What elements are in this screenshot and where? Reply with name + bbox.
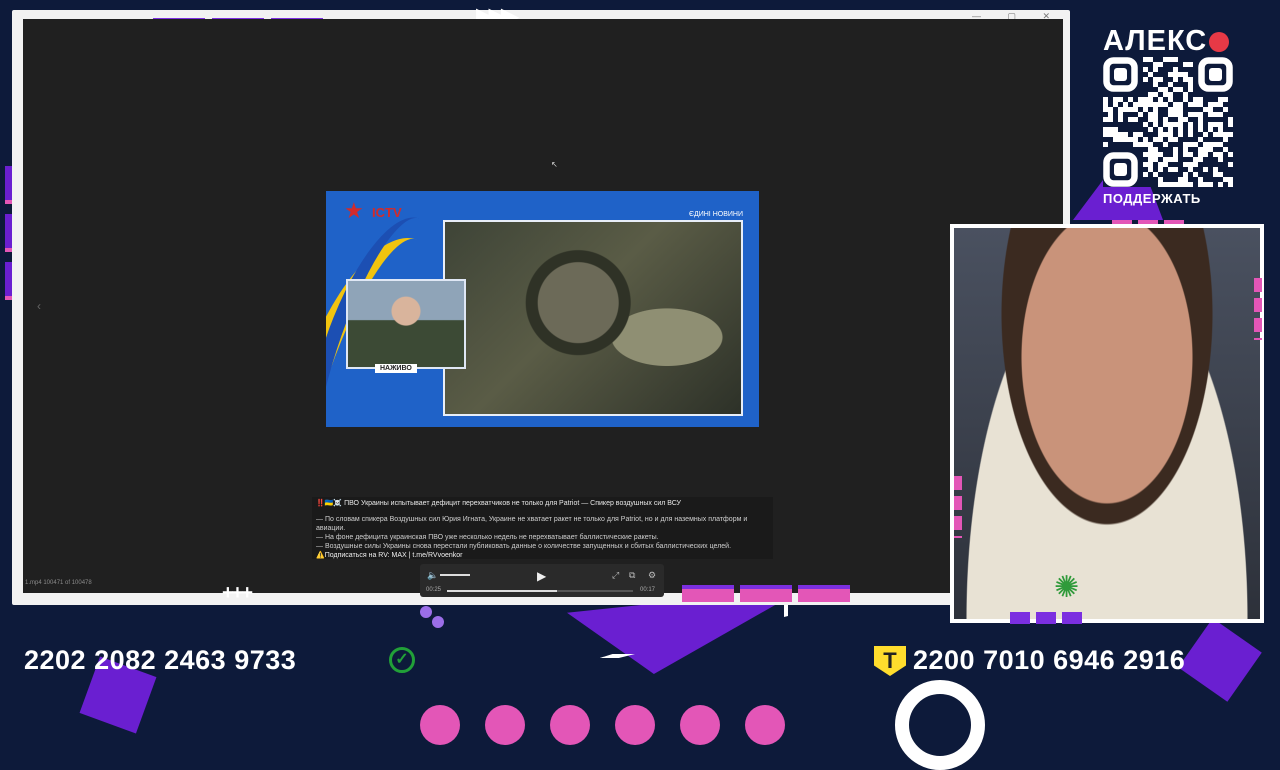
bg-dot bbox=[420, 705, 460, 745]
bg-square-right bbox=[1178, 618, 1262, 702]
deco-tab-row bbox=[1010, 612, 1082, 624]
bg-dot bbox=[745, 705, 785, 745]
bg-dot-small bbox=[432, 616, 444, 628]
caption-headline: ‼️🇺🇦☠️ ПВО Украины испытывает дефицит пе… bbox=[316, 500, 682, 507]
time-total: 00:17 bbox=[640, 587, 656, 593]
streamer-brand: АЛЕКС bbox=[1103, 25, 1230, 58]
caption-line: — На фоне дефицита украинская ПВО уже не… bbox=[316, 534, 659, 541]
volume-icon[interactable]: 🔈 bbox=[427, 570, 438, 581]
play-icon[interactable]: ▶ bbox=[537, 569, 546, 583]
volume-slider[interactable] bbox=[440, 574, 470, 576]
side-marks bbox=[1254, 278, 1262, 340]
news-badge-text: ЄДИНІ НОВИНИ bbox=[688, 211, 743, 218]
seek-progress bbox=[447, 590, 557, 592]
support-label[interactable]: ПОДДЕРЖАТЬ bbox=[1103, 191, 1201, 206]
card-number-tbank: 2200 7010 6946 2916 bbox=[913, 645, 1186, 675]
seek-bar[interactable] bbox=[447, 590, 633, 592]
shirt-print: ✺ bbox=[1054, 571, 1080, 604]
star-icon: ★ bbox=[344, 198, 364, 223]
news-video[interactable]: ★ ICTV ЄДИНІ НОВИНИ НАЖИВО bbox=[326, 191, 759, 427]
webcam-video: ✺ bbox=[954, 228, 1260, 619]
bg-dot bbox=[615, 705, 655, 745]
time-current: 00:25 bbox=[426, 587, 442, 593]
fullscreen-icon[interactable]: ⤢ bbox=[612, 570, 619, 581]
qr-code[interactable] bbox=[1103, 57, 1233, 187]
bg-ring bbox=[895, 680, 985, 770]
brand-text: АЛЕКС bbox=[1103, 25, 1208, 57]
webcam-feed: ✺ bbox=[950, 224, 1264, 623]
mouse-cursor-icon: ↖ bbox=[551, 160, 558, 169]
video-inset-speaker bbox=[346, 279, 466, 369]
side-marks bbox=[954, 476, 962, 538]
prev-arrow-icon[interactable]: ‹ bbox=[37, 299, 41, 313]
card-number-sber: 2202 2082 2463 9733 bbox=[24, 645, 297, 675]
file-info: 1.mp4 100471 of 100478 bbox=[25, 580, 92, 586]
post-caption: ‼️🇺🇦☠️ ПВО Украины испытывает дефицит пе… bbox=[312, 497, 773, 559]
video-player-controls: 🔈 ▶ ⤢ ⧉ ⚙ 00:25 00:17 bbox=[420, 564, 664, 597]
bg-dot bbox=[485, 705, 525, 745]
caption-subscribe[interactable]: ⚠️Подписаться на RV: MAX | t.me/RVvoenko… bbox=[316, 551, 769, 560]
video-main-scene bbox=[443, 220, 743, 416]
caption-line: — По словам спикера Воздушных сил Юрия И… bbox=[316, 516, 748, 532]
channel-logo: ICTV bbox=[372, 205, 402, 220]
bg-dot bbox=[550, 705, 590, 745]
deco-tab bbox=[798, 585, 850, 602]
pip-icon[interactable]: ⧉ bbox=[629, 570, 635, 581]
bg-dot bbox=[680, 705, 720, 745]
live-label: НАЖИВО bbox=[375, 364, 417, 373]
plus-deco: +++ bbox=[222, 582, 253, 604]
record-dot-icon bbox=[1209, 32, 1230, 53]
settings-icon[interactable]: ⚙ bbox=[648, 570, 656, 581]
caption-line: — Воздушные силы Украины снова перестали… bbox=[316, 543, 732, 550]
tbank-icon: T bbox=[874, 646, 906, 676]
bg-dot-small bbox=[420, 606, 432, 618]
sber-icon: ✓ bbox=[389, 647, 415, 673]
deco-tab bbox=[740, 585, 792, 602]
deco-tab bbox=[682, 585, 734, 602]
